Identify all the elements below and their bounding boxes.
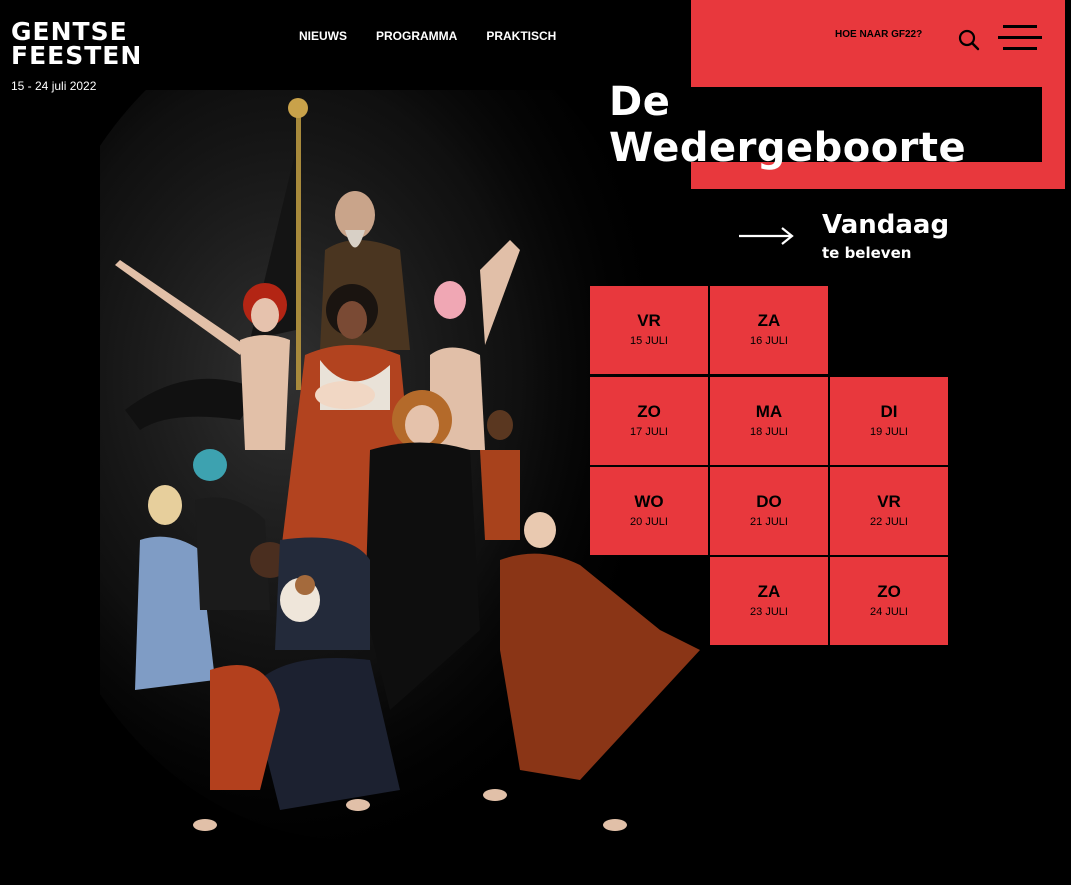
day-tile-zo-24[interactable]: ZO 24 JULI	[830, 557, 948, 645]
search-button[interactable]	[957, 28, 981, 52]
day-date: 16 JULI	[750, 335, 788, 347]
today-title: Vandaag	[822, 210, 950, 240]
main-nav: NIEUWS PROGRAMMA PRAKTISCH	[299, 29, 556, 43]
day-name: MA	[755, 402, 783, 421]
day-tile-vr-22[interactable]: VR 22 JULI	[830, 467, 948, 555]
logo-line-2: FEESTEN	[11, 41, 143, 70]
day-tile-do-21[interactable]: DO 21 JULI	[710, 467, 828, 555]
day-name: ZO	[877, 582, 901, 601]
menu-button[interactable]	[998, 25, 1042, 53]
day-date: 18 JULI	[750, 426, 788, 438]
day-tile-za-16[interactable]: ZA 16 JULI	[710, 286, 828, 374]
day-tile-vr-15[interactable]: VR 15 JULI	[590, 286, 708, 374]
search-icon	[958, 29, 980, 51]
day-tile-zo-17[interactable]: ZO 17 JULI	[590, 377, 708, 465]
hamburger-menu-icon	[1003, 25, 1037, 28]
day-tile-di-19[interactable]: DI 19 JULI	[830, 377, 948, 465]
day-name: VR	[877, 492, 901, 511]
day-date: 23 JULI	[750, 606, 788, 618]
nav-item-programma[interactable]: PROGRAMMA	[376, 29, 457, 43]
day-name: VR	[637, 311, 661, 330]
day-date: 15 JULI	[630, 335, 668, 347]
arrow-right-icon	[739, 227, 794, 245]
howto-link[interactable]: HOE NAAR GF22?	[835, 29, 922, 40]
day-date: 21 JULI	[750, 516, 788, 528]
nav-item-praktisch[interactable]: PRAKTISCH	[486, 29, 556, 43]
today-subtitle: te beleven	[822, 244, 912, 262]
day-tile-za-23[interactable]: ZA 23 JULI	[710, 557, 828, 645]
hamburger-menu-icon	[1003, 47, 1037, 50]
day-name: ZO	[637, 402, 661, 421]
day-name: ZA	[757, 582, 781, 601]
day-name: WO	[634, 492, 664, 511]
site-logo[interactable]: GENTSE FEESTEN	[11, 19, 143, 70]
day-date: 22 JULI	[870, 516, 908, 528]
festival-dates: 15 - 24 juli 2022	[11, 79, 97, 93]
day-name: DI	[880, 402, 898, 421]
day-name: DO	[756, 492, 782, 511]
day-date: 17 JULI	[630, 426, 668, 438]
day-date: 20 JULI	[630, 516, 668, 528]
day-tile-wo-20[interactable]: WO 20 JULI	[590, 467, 708, 555]
day-tile-ma-18[interactable]: MA 18 JULI	[710, 377, 828, 465]
hamburger-menu-icon	[998, 36, 1042, 39]
today-link[interactable]: Vandaag te beleven	[738, 210, 978, 270]
day-date: 24 JULI	[870, 606, 908, 618]
nav-item-nieuws[interactable]: NIEUWS	[299, 29, 347, 43]
day-date: 19 JULI	[870, 426, 908, 438]
day-name: ZA	[757, 311, 781, 330]
